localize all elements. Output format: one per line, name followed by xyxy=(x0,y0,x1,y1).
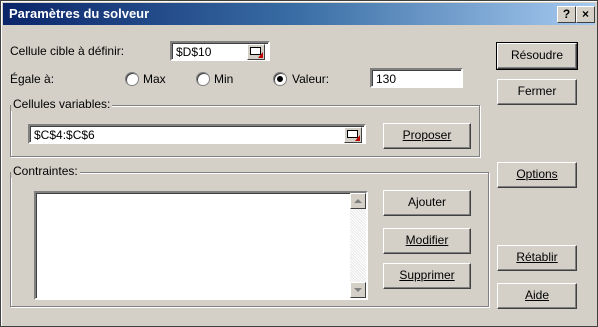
max-radio[interactable] xyxy=(125,72,139,86)
close-button[interactable]: Fermer xyxy=(497,79,577,105)
constraints-label: Contraintes: xyxy=(11,164,80,178)
solver-dialog: Paramètres du solveur ? × Cellule cible … xyxy=(0,0,598,327)
modify-button[interactable]: Modifier xyxy=(383,228,471,254)
close-label: Fermer xyxy=(517,84,557,98)
value-input[interactable]: 130 xyxy=(370,68,463,88)
scroll-up-icon[interactable] xyxy=(350,193,366,209)
propose-button[interactable]: Proposer xyxy=(383,123,471,149)
reset-button[interactable]: Rétablir xyxy=(497,245,577,271)
propose-label: Proposer xyxy=(402,128,452,142)
help-button[interactable]: Aide xyxy=(497,283,577,309)
value-radio[interactable] xyxy=(273,72,287,86)
scroll-down-icon[interactable] xyxy=(350,282,366,298)
value-input-text: 130 xyxy=(376,72,397,86)
delete-button[interactable]: Supprimer xyxy=(383,263,471,289)
target-cell-label: Cellule cible à définir: xyxy=(10,44,125,58)
solve-button[interactable]: Résoudre xyxy=(496,42,578,70)
target-cell-value: $D$10 xyxy=(176,45,212,59)
radio-selected-dot xyxy=(277,76,283,82)
variables-collapse-icon[interactable] xyxy=(344,127,362,143)
constraints-scrollbar[interactable] xyxy=(350,193,366,298)
modify-label: Modifier xyxy=(405,233,449,247)
options-label: Options xyxy=(516,167,558,181)
constraints-list[interactable] xyxy=(34,191,368,300)
target-collapse-icon[interactable] xyxy=(247,44,265,60)
max-label: Max xyxy=(143,72,166,86)
delete-label: Supprimer xyxy=(399,268,455,282)
variable-cells-value: $C$4:$C$6 xyxy=(34,128,95,142)
equal-to-label: Égale à: xyxy=(10,72,55,86)
min-label: Min xyxy=(214,72,234,86)
variable-cells-input[interactable]: $C$4:$C$6 xyxy=(28,124,366,144)
solve-label: Résoudre xyxy=(510,48,564,62)
close-title-button[interactable]: × xyxy=(576,6,595,23)
add-button[interactable]: Ajouter xyxy=(383,190,471,216)
min-radio[interactable] xyxy=(196,72,210,86)
variable-cells-label: Cellules variables: xyxy=(11,97,113,111)
title-bar: Paramètres du solveur ? × xyxy=(3,3,595,25)
dialog-title: Paramètres du solveur xyxy=(9,6,150,21)
add-label: Ajouter xyxy=(407,195,447,209)
help-title-button[interactable]: ? xyxy=(557,6,576,23)
help-label: Aide xyxy=(524,288,550,302)
options-button[interactable]: Options xyxy=(497,162,577,188)
value-label: Valeur: xyxy=(292,72,330,86)
reset-label: Rétablir xyxy=(516,250,558,264)
